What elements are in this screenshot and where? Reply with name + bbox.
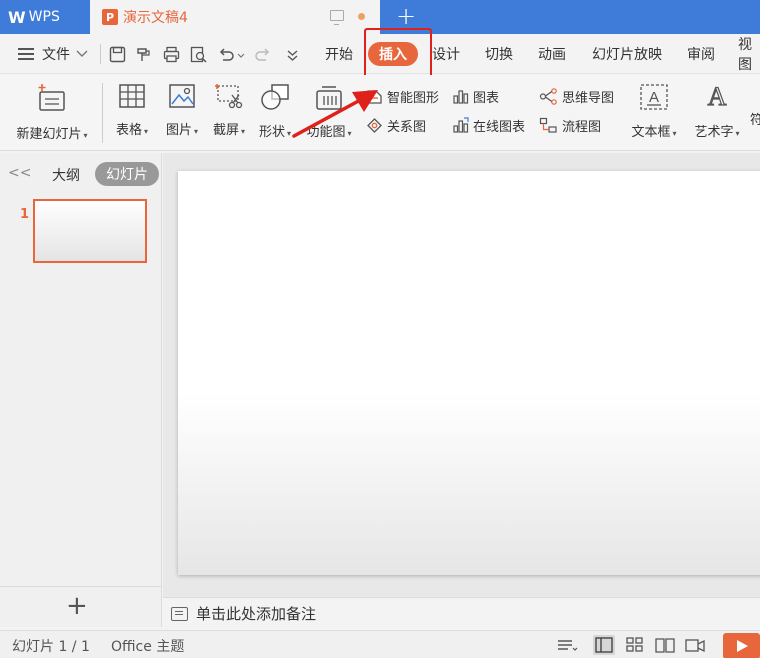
notes-bar[interactable]: 单击此处添加备注: [163, 597, 760, 629]
current-slide[interactable]: [178, 171, 760, 575]
table-button[interactable]: 表格 ▾: [111, 79, 153, 147]
word-art-icon: A: [707, 81, 727, 111]
chart-label: 图表: [473, 90, 500, 106]
new-slide-button[interactable]: 新建幻灯片 ▾: [10, 79, 94, 147]
format-painter-icon[interactable]: [135, 46, 152, 63]
slide-panel: << 大纲 幻灯片 1 +: [0, 153, 162, 627]
smart-art-label: 智能图形: [387, 90, 440, 106]
print-preview-icon[interactable]: [190, 46, 207, 63]
file-menu[interactable]: 文件: [18, 34, 88, 74]
slide-thumbnail[interactable]: [33, 199, 147, 263]
slide-counter: 幻灯片 1 / 1: [12, 639, 90, 655]
divider: [102, 83, 103, 143]
theme-name[interactable]: Office 主题: [111, 636, 184, 656]
word-art-label: 艺术字: [694, 125, 734, 140]
ribbon-overflow-item[interactable]: 符: [750, 109, 760, 129]
notes-toggle-icon[interactable]: [556, 635, 578, 655]
chevron-down-icon: [76, 50, 88, 57]
file-menu-label: 文件: [42, 47, 70, 63]
word-art-button[interactable]: A 艺术字 ▾: [688, 79, 746, 147]
highlight-box: [364, 28, 432, 78]
unsaved-dot-icon: [358, 13, 365, 20]
add-slide-button[interactable]: +: [66, 593, 88, 619]
bar-chart-icon: [453, 89, 469, 104]
table-icon: [119, 84, 145, 108]
hamburger-icon: [18, 48, 34, 60]
tab-review[interactable]: 审阅: [687, 34, 715, 74]
redo-icon[interactable]: [254, 46, 271, 63]
annotation-arrow-icon: [292, 90, 378, 138]
document-tab[interactable]: P 演示文稿4: [90, 0, 380, 34]
text-box-button[interactable]: A 文本框 ▾: [624, 79, 684, 147]
new-slide-label: 新建幻灯片: [16, 127, 82, 142]
picture-icon: [169, 84, 195, 108]
wps-app-name: WPS: [28, 9, 60, 25]
tab-slides[interactable]: 幻灯片: [95, 162, 159, 186]
tab-home[interactable]: 开始: [325, 34, 353, 74]
new-slide-icon: [38, 84, 65, 111]
notes-icon: [171, 606, 188, 621]
relation-chart-label: 关系图: [387, 119, 427, 135]
reading-view-icon[interactable]: [654, 635, 676, 655]
new-tab-button[interactable]: +: [396, 2, 416, 30]
online-chart-button[interactable]: 在线图表: [452, 114, 525, 136]
screenshot-button[interactable]: 截屏 ▾: [206, 79, 252, 147]
slide-number: 1: [20, 207, 30, 222]
screenshot-icon: [215, 84, 243, 109]
presentation-icon: P: [102, 9, 118, 25]
table-label: 表格: [115, 123, 142, 138]
tab-outline[interactable]: 大纲: [52, 165, 80, 185]
wps-home-tab[interactable]: W WPS: [0, 0, 88, 34]
mind-map-label: 思维导图: [562, 90, 615, 106]
picture-button[interactable]: 图片 ▾: [159, 79, 205, 147]
normal-view-icon[interactable]: [593, 635, 615, 655]
flowchart-button[interactable]: 流程图: [539, 114, 601, 136]
divider: [0, 586, 162, 587]
wps-logo-icon: W: [8, 7, 26, 27]
editing-canvas: [163, 153, 760, 597]
play-slideshow-button[interactable]: [723, 633, 760, 658]
print-icon[interactable]: [163, 46, 180, 63]
mind-map-button[interactable]: 思维导图: [539, 85, 614, 107]
picture-label: 图片: [165, 123, 192, 138]
text-box-label: 文本框: [631, 125, 671, 140]
chart-button[interactable]: 图表: [452, 85, 499, 107]
tab-design[interactable]: 设计: [432, 34, 460, 74]
online-chart-icon: [453, 116, 469, 133]
collapse-panel-icon[interactable]: <<: [8, 165, 31, 181]
tab-view[interactable]: 视图: [738, 34, 760, 74]
undo-dropdown-icon[interactable]: [237, 46, 245, 63]
flowchart-icon: [539, 117, 557, 133]
flowchart-label: 流程图: [562, 119, 602, 135]
notes-placeholder: 单击此处添加备注: [196, 605, 317, 623]
svg-text:A: A: [649, 89, 659, 106]
tab-slideshow[interactable]: 幻灯片放映: [592, 34, 662, 74]
status-bar: 幻灯片 1 / 1 Office 主题: [0, 630, 760, 658]
text-box-icon: A: [640, 84, 668, 110]
sorter-view-icon[interactable]: [624, 635, 646, 655]
presenter-view-icon[interactable]: [684, 635, 706, 655]
monitor-icon[interactable]: [330, 10, 344, 25]
online-chart-label: 在线图表: [473, 119, 526, 135]
tab-transition[interactable]: 切换: [485, 34, 513, 74]
divider: [100, 44, 101, 64]
mind-map-icon: [539, 87, 557, 105]
shape-label: 形状: [258, 125, 285, 140]
document-title: 演示文稿4: [123, 10, 188, 26]
save-icon[interactable]: [109, 46, 126, 63]
screenshot-label: 截屏: [212, 123, 239, 138]
tab-animation[interactable]: 动画: [538, 34, 566, 74]
svg-text:A: A: [708, 83, 727, 111]
customize-toolbar-icon[interactable]: [284, 46, 301, 63]
undo-icon[interactable]: [218, 46, 235, 63]
